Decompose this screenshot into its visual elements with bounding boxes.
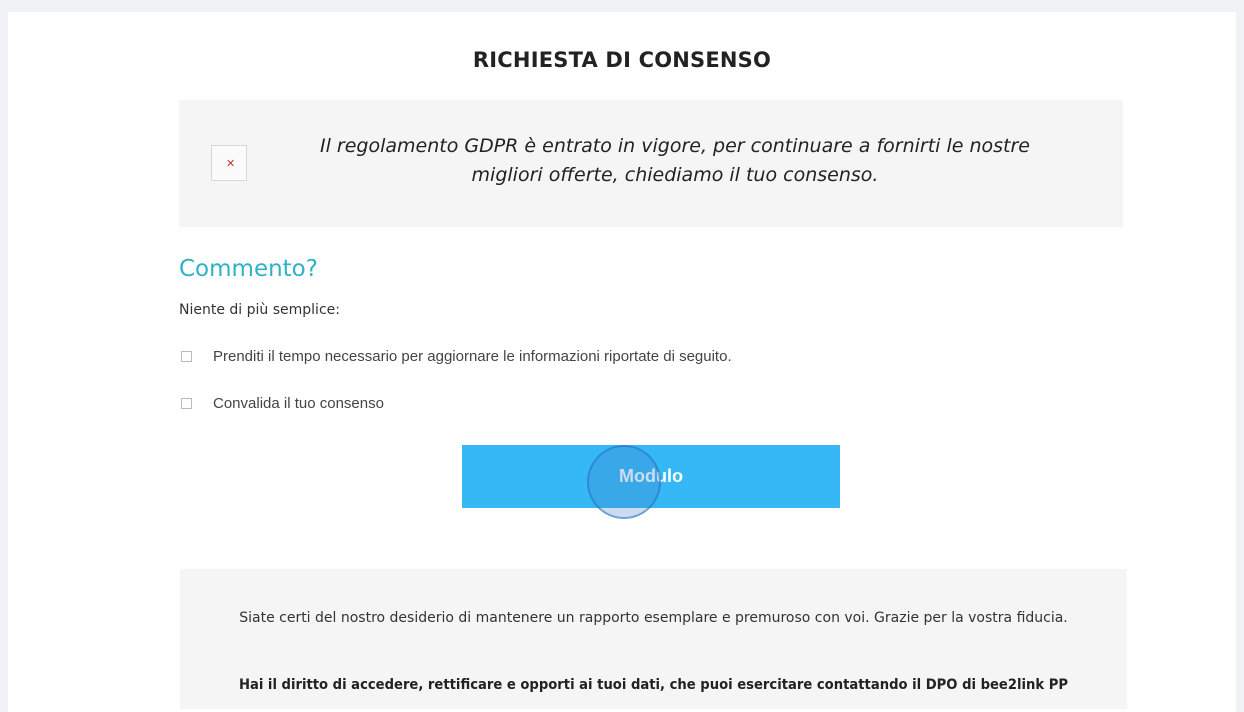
gdpr-notice-text: Il regolamento GDPR è entrato in vigore,… (319, 135, 1030, 186)
update-info-label[interactable]: Prenditi il tempo necessario per aggiorn… (213, 348, 732, 365)
intro-text: Niente di più semplice: (179, 302, 340, 318)
footer-thanks-text: Siate certi del nostro desiderio di mant… (239, 610, 1068, 626)
broken-image-icon: ✕ (211, 145, 247, 181)
page-title: RICHIESTA DI CONSENSO (472, 48, 772, 72)
modulo-button[interactable]: Modulo (462, 445, 840, 508)
validate-consent-checkbox[interactable] (181, 398, 192, 409)
update-info-checkbox[interactable] (181, 351, 192, 362)
validate-consent-label[interactable]: Convalida il tuo consenso (213, 395, 384, 412)
section-heading: Commento? (179, 256, 318, 282)
